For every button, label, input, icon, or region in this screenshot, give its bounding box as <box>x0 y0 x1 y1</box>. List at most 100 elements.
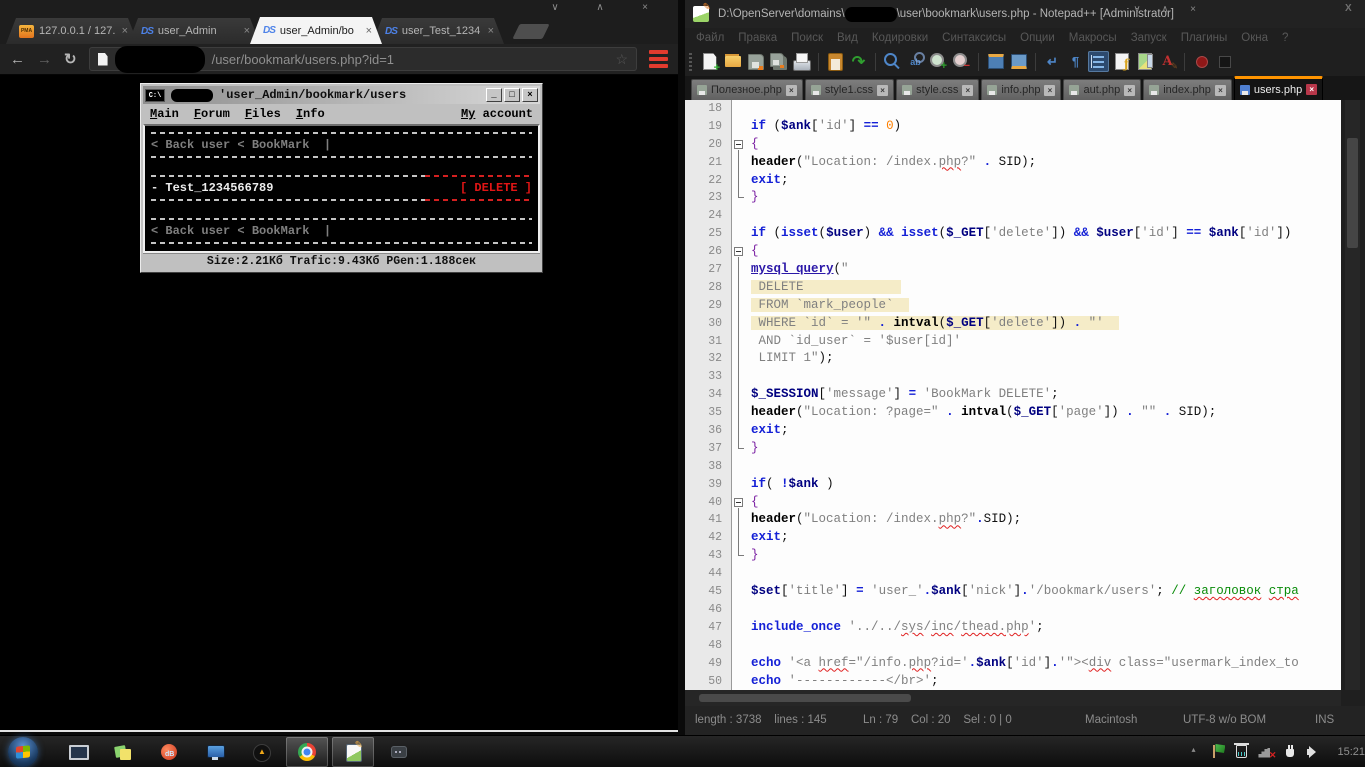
tray-expand-icon[interactable] <box>1191 747 1201 757</box>
tab-close-icon[interactable]: × <box>1044 85 1055 96</box>
remote-viewer-taskbar-button[interactable] <box>194 737 236 767</box>
replace-icon[interactable] <box>905 51 926 72</box>
fold-collapse-icon[interactable] <box>734 247 743 256</box>
fold-margin[interactable] <box>731 404 745 422</box>
tab-close-icon[interactable]: × <box>366 25 372 37</box>
menubar-item[interactable]: Макросы <box>1062 32 1124 44</box>
zoom-out-icon[interactable] <box>951 51 972 72</box>
document-tab[interactable]: style.css× <box>896 79 979 100</box>
back-bookmark-link[interactable]: < Back user < BookMark | <box>151 224 532 238</box>
bookmark-star-icon[interactable]: ☆ <box>615 51 628 68</box>
fold-margin[interactable] <box>731 494 745 512</box>
fold-margin[interactable] <box>731 261 745 279</box>
document-switcher-icon[interactable] <box>1157 51 1178 72</box>
print-icon[interactable] <box>791 51 812 72</box>
scrollbar-thumb[interactable] <box>1347 138 1358 248</box>
code-line[interactable]: 44 <box>685 565 1341 583</box>
code-line[interactable]: 47include_once '../../sys/inc/thead.php'… <box>685 619 1341 637</box>
fold-margin[interactable] <box>731 386 745 404</box>
code-line[interactable]: 30 WHERE `id` = '" . intval($_GET['delet… <box>685 315 1341 333</box>
code-line[interactable]: 33 <box>685 368 1341 386</box>
code-line[interactable]: 37} <box>685 440 1341 458</box>
fold-margin[interactable] <box>731 529 745 547</box>
terminal-menu-item[interactable]: Forum <box>194 107 230 121</box>
code-line[interactable]: 42exit; <box>685 529 1341 547</box>
back-icon[interactable]: ← <box>10 52 25 67</box>
minimize-button[interactable]: _ <box>486 88 502 102</box>
aimp-player-taskbar-button[interactable] <box>240 737 282 767</box>
fold-margin[interactable] <box>731 136 745 154</box>
document-tab[interactable]: style1.css× <box>805 79 894 100</box>
code-line[interactable]: 46 <box>685 601 1341 619</box>
fold-margin[interactable] <box>731 511 745 529</box>
redo-icon[interactable] <box>848 51 869 72</box>
tab-close-icon[interactable]: × <box>1215 85 1226 96</box>
code-line[interactable]: 19if ($ank['id'] == 0) <box>685 118 1341 136</box>
forward-icon[interactable]: → <box>37 52 52 67</box>
macro-stop-icon[interactable] <box>1214 51 1235 72</box>
reload-icon[interactable]: ↻ <box>64 52 77 67</box>
code-line[interactable]: 27mysql_query(" <box>685 261 1341 279</box>
my-account-link[interactable]: My account <box>461 107 533 121</box>
code-line[interactable]: 21header("Location: /index.php?" . SID); <box>685 154 1341 172</box>
fold-margin[interactable] <box>731 333 745 351</box>
code-line[interactable]: 20{ <box>685 136 1341 154</box>
fold-margin[interactable] <box>731 279 745 297</box>
code-line[interactable]: 24 <box>685 207 1341 225</box>
messenger-app-taskbar-button[interactable] <box>378 737 420 767</box>
back-bookmark-link[interactable]: < Back user < BookMark | <box>151 138 532 152</box>
tab-close-icon[interactable]: × <box>1124 85 1135 96</box>
fold-margin[interactable] <box>731 297 745 315</box>
trash-icon[interactable] <box>1236 745 1247 758</box>
menubar-item[interactable]: ? <box>1275 32 1295 44</box>
menubar-item[interactable]: Правка <box>731 32 784 44</box>
menubar-item[interactable]: Плагины <box>1174 32 1235 44</box>
fold-margin[interactable] <box>731 189 745 207</box>
tab-close-icon[interactable]: × <box>1306 84 1317 95</box>
code-line[interactable]: 31 AND `id_user` = '$user[id]' <box>685 333 1341 351</box>
paste-icon[interactable] <box>825 51 846 72</box>
browser-menu-icon[interactable] <box>649 50 668 68</box>
tab-close-icon[interactable]: × <box>962 85 973 96</box>
menubar-item[interactable]: Поиск <box>784 32 830 44</box>
terminal-menu-item[interactable]: Info <box>296 107 325 121</box>
start-button[interactable] <box>8 737 38 767</box>
fold-collapse-icon[interactable] <box>734 140 743 149</box>
terminal-menu-item[interactable]: Main <box>150 107 179 121</box>
browser-tab[interactable]: DSuser_Admin/bo× <box>250 17 382 44</box>
restore-up-icon[interactable] <box>1008 51 1029 72</box>
network-error-icon[interactable] <box>1258 746 1273 758</box>
code-line[interactable]: 34$_SESSION['message'] = 'BookMark DELET… <box>685 386 1341 404</box>
fold-margin[interactable] <box>731 172 745 190</box>
code-line[interactable]: 26{ <box>685 243 1341 261</box>
horizontal-scrollbar[interactable] <box>685 690 1341 706</box>
code-line[interactable]: 18 <box>685 100 1341 118</box>
code-line[interactable]: 40{ <box>685 494 1341 512</box>
code-line[interactable]: 43} <box>685 547 1341 565</box>
maximize-button[interactable]: □ <box>504 88 520 102</box>
code-line[interactable]: 39if( !$ank ) <box>685 476 1341 494</box>
power-plug-icon[interactable] <box>1284 745 1296 758</box>
address-bar[interactable]: /user/bookmark/users.php?id=1 ☆ <box>89 47 637 71</box>
minimize-button[interactable]: ∨ <box>1130 4 1144 15</box>
code-line[interactable]: 23} <box>685 189 1341 207</box>
code-line[interactable]: 35header("Location: ?page=" . intval($_G… <box>685 404 1341 422</box>
restore-down-icon[interactable] <box>985 51 1006 72</box>
code-line[interactable]: 32 LIMIT 1"); <box>685 350 1341 368</box>
menubar-item[interactable]: Файл <box>689 32 731 44</box>
tab-close-icon[interactable]: × <box>244 25 250 37</box>
code-line[interactable]: 38 <box>685 458 1341 476</box>
fold-margin[interactable] <box>731 422 745 440</box>
vertical-scrollbar[interactable] <box>1345 100 1360 690</box>
code-line[interactable]: 25if (isset($user) && isset($_GET['delet… <box>685 225 1341 243</box>
document-tab[interactable]: info.php× <box>981 79 1061 100</box>
menubar-item[interactable]: Синтаксисы <box>935 32 1013 44</box>
code-line[interactable]: 28 DELETE <box>685 279 1341 297</box>
fold-margin[interactable] <box>731 368 745 386</box>
tab-close-icon[interactable]: × <box>786 85 797 96</box>
close-button[interactable]: × <box>522 88 538 102</box>
new-file-icon[interactable] <box>699 51 720 72</box>
fold-margin[interactable] <box>731 350 745 368</box>
fold-margin[interactable] <box>731 315 745 333</box>
menubar-item[interactable]: Опции <box>1013 32 1062 44</box>
